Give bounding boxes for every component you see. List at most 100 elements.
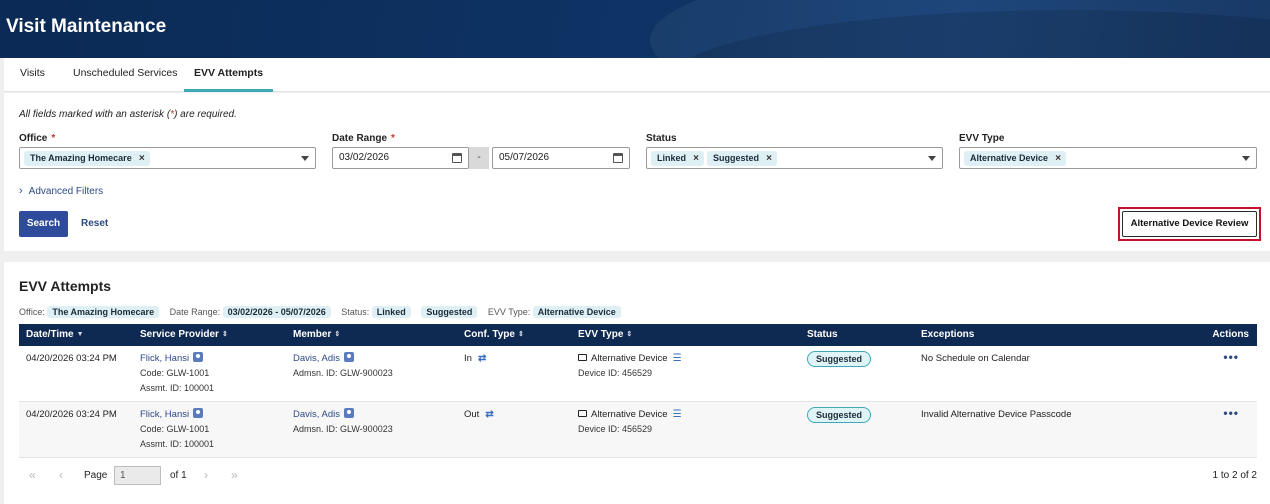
chevron-down-icon[interactable]	[928, 156, 936, 161]
reset-button[interactable]: Reset	[81, 211, 108, 237]
office-label: Office *	[19, 133, 55, 144]
member-link[interactable]: Davis, Adis	[293, 409, 340, 420]
sort-icon: ⇕	[221, 331, 228, 338]
last-page-icon[interactable]: »	[231, 468, 238, 482]
office-chip: The Amazing Homecare ×	[24, 151, 150, 166]
date-to-input[interactable]: 05/07/2026	[492, 147, 630, 169]
column-header-actions: Actions	[1212, 329, 1249, 340]
office-label-text: Office	[19, 133, 48, 144]
tab-visits[interactable]: Visits	[10, 58, 55, 92]
chevron-down-icon[interactable]	[1242, 156, 1250, 161]
alternative-device-review-button[interactable]: Alternative Device Review	[1122, 211, 1257, 237]
conf-type-value: In	[464, 353, 472, 364]
cell-service-provider: Flick, Hansi Code: GLW-1001 Assmt. ID: 1…	[140, 352, 214, 396]
column-header-evv-type[interactable]: EVV Type ⇕	[578, 324, 632, 346]
person-card-icon[interactable]	[193, 352, 204, 362]
cell-conf-type: In ⇄	[464, 352, 486, 366]
provider-link[interactable]: Flick, Hansi	[140, 353, 189, 364]
status-chip-suggested: Suggested ×	[707, 151, 778, 166]
remove-chip-icon[interactable]: ×	[139, 151, 145, 166]
status-label: Status	[646, 133, 677, 144]
cell-exception: No Schedule on Calendar	[921, 353, 1030, 364]
evv-type-chip: Alternative Device ×	[964, 151, 1067, 166]
required-note-prefix: All fields marked with an asterisk (	[19, 109, 171, 120]
tab-bar: Visits Unscheduled Services EVV Attempts	[4, 58, 1270, 92]
pagination: « ‹ Page 1 of 1 › » 1 to 2 of 2	[19, 464, 1257, 488]
person-card-icon[interactable]	[193, 408, 204, 418]
first-page-icon[interactable]: «	[29, 468, 36, 482]
column-label: Service Provider	[140, 329, 219, 340]
page-label: Page	[84, 470, 108, 481]
status-chip-linked: Linked ×	[651, 151, 705, 166]
device-id: Device ID: 456529	[578, 368, 653, 378]
calendar-icon[interactable]	[452, 153, 462, 163]
column-header-member[interactable]: Member ⇕	[293, 324, 340, 346]
summary-status-value: Suggested	[421, 306, 478, 318]
status-select[interactable]: Linked × Suggested ×	[646, 147, 943, 169]
remove-chip-icon[interactable]: ×	[693, 151, 699, 166]
required-fields-note: All fields marked with an asterisk (*) a…	[19, 109, 237, 120]
chevron-down-icon[interactable]	[301, 156, 309, 161]
cell-datetime: 04/20/2026 03:24 PM	[26, 353, 117, 364]
search-button[interactable]: Search	[19, 211, 68, 237]
person-card-icon[interactable]	[344, 408, 354, 418]
column-header-conf-type[interactable]: Conf. Type ⇕	[464, 324, 524, 346]
status-chip-label: Suggested	[713, 153, 760, 163]
filter-panel: All fields marked with an asterisk (*) a…	[4, 93, 1270, 251]
column-label: Conf. Type	[464, 329, 515, 340]
cell-member: Davis, Adis Admsn. ID: GLW-900023	[293, 408, 393, 437]
column-label: Member	[293, 329, 332, 340]
remove-chip-icon[interactable]: ×	[766, 151, 772, 166]
status-badge: Suggested	[807, 407, 872, 423]
date-from-input[interactable]: 03/02/2026	[332, 147, 469, 169]
table-row: 04/20/2026 03:24 PM Flick, Hansi Code: G…	[19, 346, 1257, 402]
chevron-right-icon: ›	[19, 185, 23, 197]
summary-evv-value: Alternative Device	[532, 306, 621, 318]
cell-evv-type: Alternative Device ☰ Device ID: 456529	[578, 352, 682, 381]
row-actions-menu-icon[interactable]: •••	[1223, 350, 1239, 364]
evv-type-select[interactable]: Alternative Device ×	[959, 147, 1257, 169]
page-of-label: of 1	[170, 470, 187, 481]
results-panel: EVV Attempts Office: The Amazing Homecar…	[4, 262, 1270, 504]
sort-desc-icon: ▼	[76, 331, 84, 338]
sort-icon: ⇕	[626, 331, 633, 338]
device-id: Device ID: 456529	[578, 424, 653, 434]
date-range-label: Date Range *	[332, 133, 395, 144]
provider-code: Code: GLW-1001	[140, 368, 210, 378]
table-header: Date/Time ▼ Service Provider ⇕ Member ⇕ Con…	[19, 324, 1257, 346]
row-actions-menu-icon[interactable]: •••	[1223, 406, 1239, 420]
remove-chip-icon[interactable]: ×	[1055, 151, 1061, 166]
person-card-icon[interactable]	[344, 352, 354, 362]
details-list-icon[interactable]: ☰	[673, 352, 682, 366]
provider-assmt-id: Assmt. ID: 100001	[140, 439, 215, 449]
summary-date-key: Date Range:	[169, 307, 221, 317]
summary-office-value: The Amazing Homecare	[47, 306, 160, 318]
calendar-icon[interactable]	[613, 153, 623, 163]
provider-link[interactable]: Flick, Hansi	[140, 409, 189, 420]
page-number-input[interactable]: 1	[114, 466, 161, 485]
page-title: Visit Maintenance	[6, 16, 167, 37]
summary-evv-key: EVV Type:	[487, 307, 531, 317]
next-page-icon[interactable]: ›	[204, 468, 208, 482]
tab-evv-attempts[interactable]: EVV Attempts	[184, 58, 274, 92]
prev-page-icon[interactable]: ‹	[59, 468, 63, 482]
required-asterisk: *	[391, 133, 395, 144]
table-row: 04/20/2026 03:24 PM Flick, Hansi Code: G…	[19, 402, 1257, 458]
tab-unscheduled-services[interactable]: Unscheduled Services	[63, 58, 187, 92]
date-separator: -	[469, 147, 489, 169]
result-count: 1 to 2 of 2	[1212, 470, 1257, 481]
advanced-filters-toggle[interactable]: › Advanced Filters	[19, 185, 103, 197]
sync-icon: ⇄	[485, 409, 494, 420]
column-header-datetime[interactable]: Date/Time ▼	[26, 324, 84, 346]
office-select[interactable]: The Amazing Homecare ×	[19, 147, 316, 169]
evv-type-chip-label: Alternative Device	[970, 153, 1049, 163]
provider-assmt-id: Assmt. ID: 100001	[140, 383, 215, 393]
details-list-icon[interactable]: ☰	[673, 408, 682, 422]
column-label: EVV Type	[578, 329, 624, 340]
column-header-exceptions: Exceptions	[921, 329, 975, 340]
cell-service-provider: Flick, Hansi Code: GLW-1001 Assmt. ID: 1…	[140, 408, 214, 452]
column-header-service-provider[interactable]: Service Provider ⇕	[140, 324, 228, 346]
summary-status-key: Status:	[341, 307, 370, 317]
device-icon	[578, 410, 587, 417]
member-link[interactable]: Davis, Adis	[293, 353, 340, 364]
